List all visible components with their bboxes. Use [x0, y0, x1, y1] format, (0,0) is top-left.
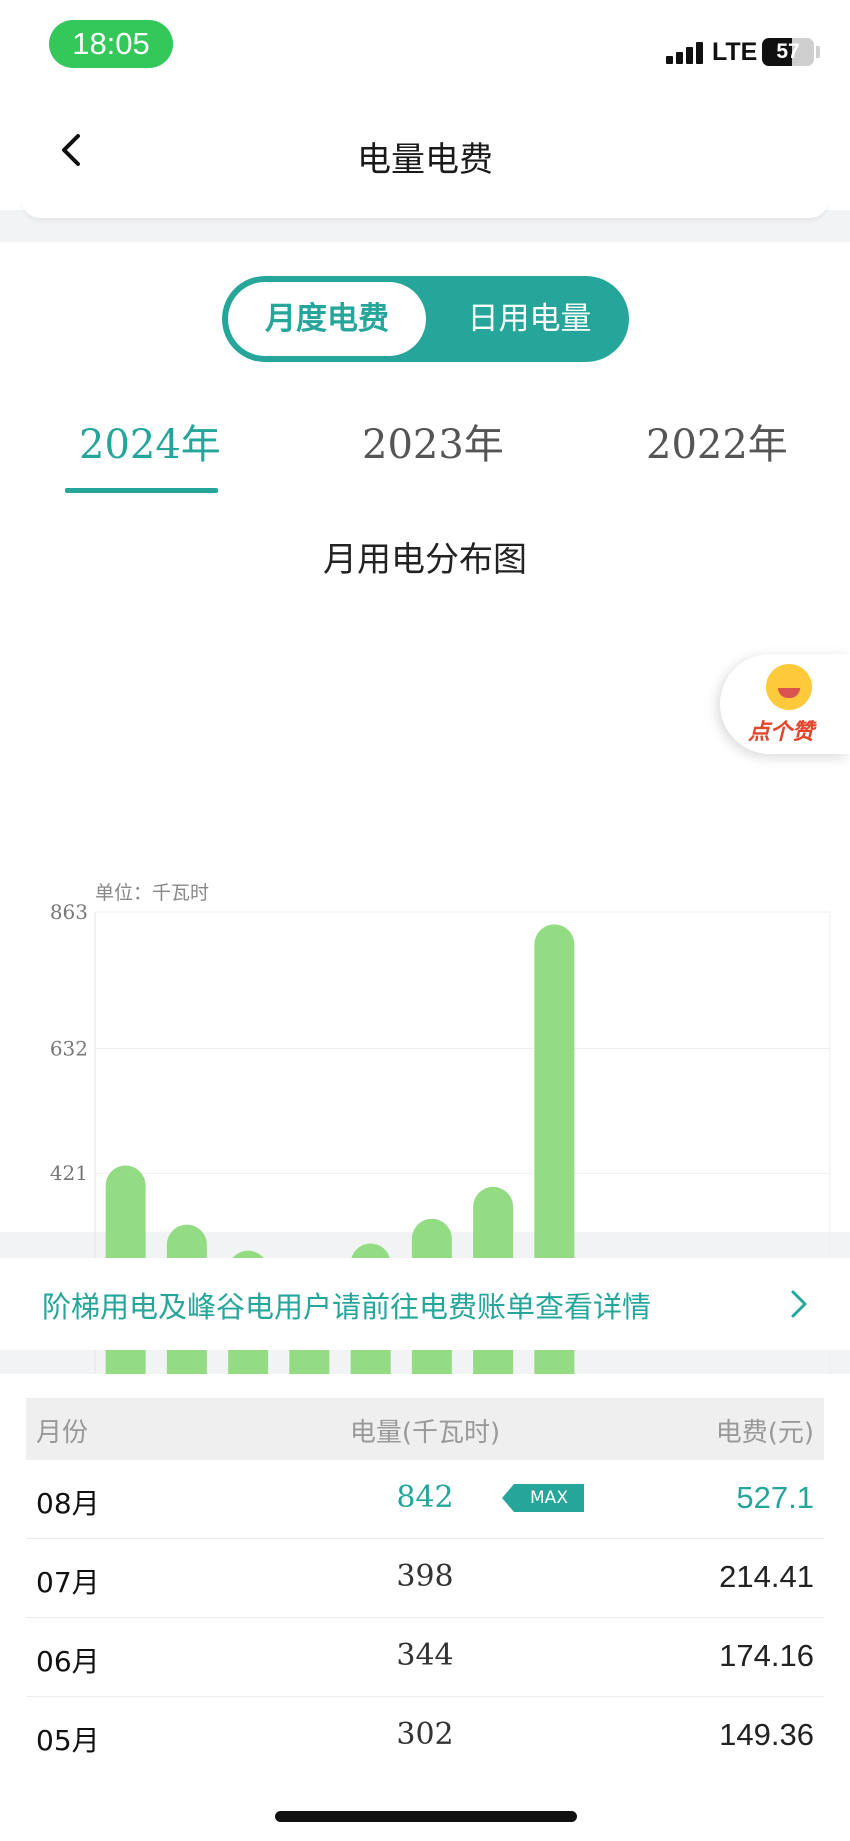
table-row[interactable]: 08月 842 MAX 527.1 — [26, 1460, 824, 1539]
table-header: 月份 电量(千瓦时) 电费(元) — [26, 1398, 824, 1460]
header-card-edge — [22, 198, 828, 218]
max-badge: MAX — [502, 1484, 584, 1512]
y-tick-label: 632 — [50, 1037, 88, 1061]
header-fee: 电费(元) — [715, 1418, 814, 1448]
tab-year-2024[interactable]: 2024年 — [79, 412, 221, 470]
y-tick-label: 863 — [50, 900, 88, 924]
network-type: LTE — [712, 38, 758, 66]
table-row[interactable]: 07月 398 214.41 — [26, 1539, 824, 1618]
signal-icon — [666, 42, 708, 64]
y-tick-label: 421 — [50, 1161, 88, 1185]
page-title: 电量电费 — [357, 140, 493, 180]
status-bar: 18:05 LTE 57 — [0, 0, 850, 92]
row-kwh: 344 — [396, 1638, 454, 1673]
max-label: MAX — [530, 1488, 568, 1508]
row-kwh: 842 — [396, 1480, 454, 1515]
table-row[interactable]: 06月 344 174.16 — [26, 1618, 824, 1697]
row-fee: 174.16 — [719, 1638, 814, 1673]
status-time: 18:05 — [49, 20, 173, 68]
battery-tip — [816, 46, 820, 58]
home-indicator — [275, 1811, 577, 1822]
chevron-right-icon — [791, 1290, 807, 1318]
chart-title: 月用电分布图 — [323, 540, 527, 580]
mode-toggle[interactable]: 月度电费 日用电量 — [222, 276, 629, 362]
tab-year-2022[interactable]: 2022年 — [646, 412, 788, 470]
tab-year-2023[interactable]: 2023年 — [362, 412, 504, 470]
nav-bar: 电量电费 — [0, 92, 850, 210]
row-kwh: 398 — [396, 1559, 454, 1594]
row-fee: 527.1 — [736, 1480, 814, 1515]
toggle-monthly-fee[interactable]: 月度电费 — [228, 282, 426, 356]
row-fee: 214.41 — [719, 1559, 814, 1594]
row-fee: 149.36 — [719, 1717, 814, 1752]
tiered-pricing-link[interactable]: 阶梯用电及峰谷电用户请前往电费账单查看详情 — [0, 1258, 850, 1350]
toggle-daily-usage[interactable]: 日用电量 — [436, 282, 623, 356]
chart-unit-label: 单位：千瓦时 — [95, 882, 209, 904]
row-kwh: 302 — [396, 1717, 454, 1752]
monthly-bill-table: 月份 电量(千瓦时) 电费(元) 08月 842 MAX 527.1 07月 3… — [0, 1374, 850, 1841]
battery-icon: 57 — [762, 38, 814, 66]
tip-text: 阶梯用电及峰谷电用户请前往电费账单查看详情 — [42, 1290, 652, 1324]
header-kwh: 电量(千瓦时) — [349, 1418, 501, 1448]
battery-level: 57 — [776, 40, 800, 63]
table-row[interactable]: 05月 302 149.36 — [26, 1697, 824, 1776]
year-tabs: 2024年 2023年 2022年 — [0, 412, 850, 492]
active-tab-indicator — [65, 488, 218, 493]
usage-card: 月度电费 日用电量 2024年 2023年 2022年 点个赞 月用电分布图 单… — [0, 242, 850, 1457]
